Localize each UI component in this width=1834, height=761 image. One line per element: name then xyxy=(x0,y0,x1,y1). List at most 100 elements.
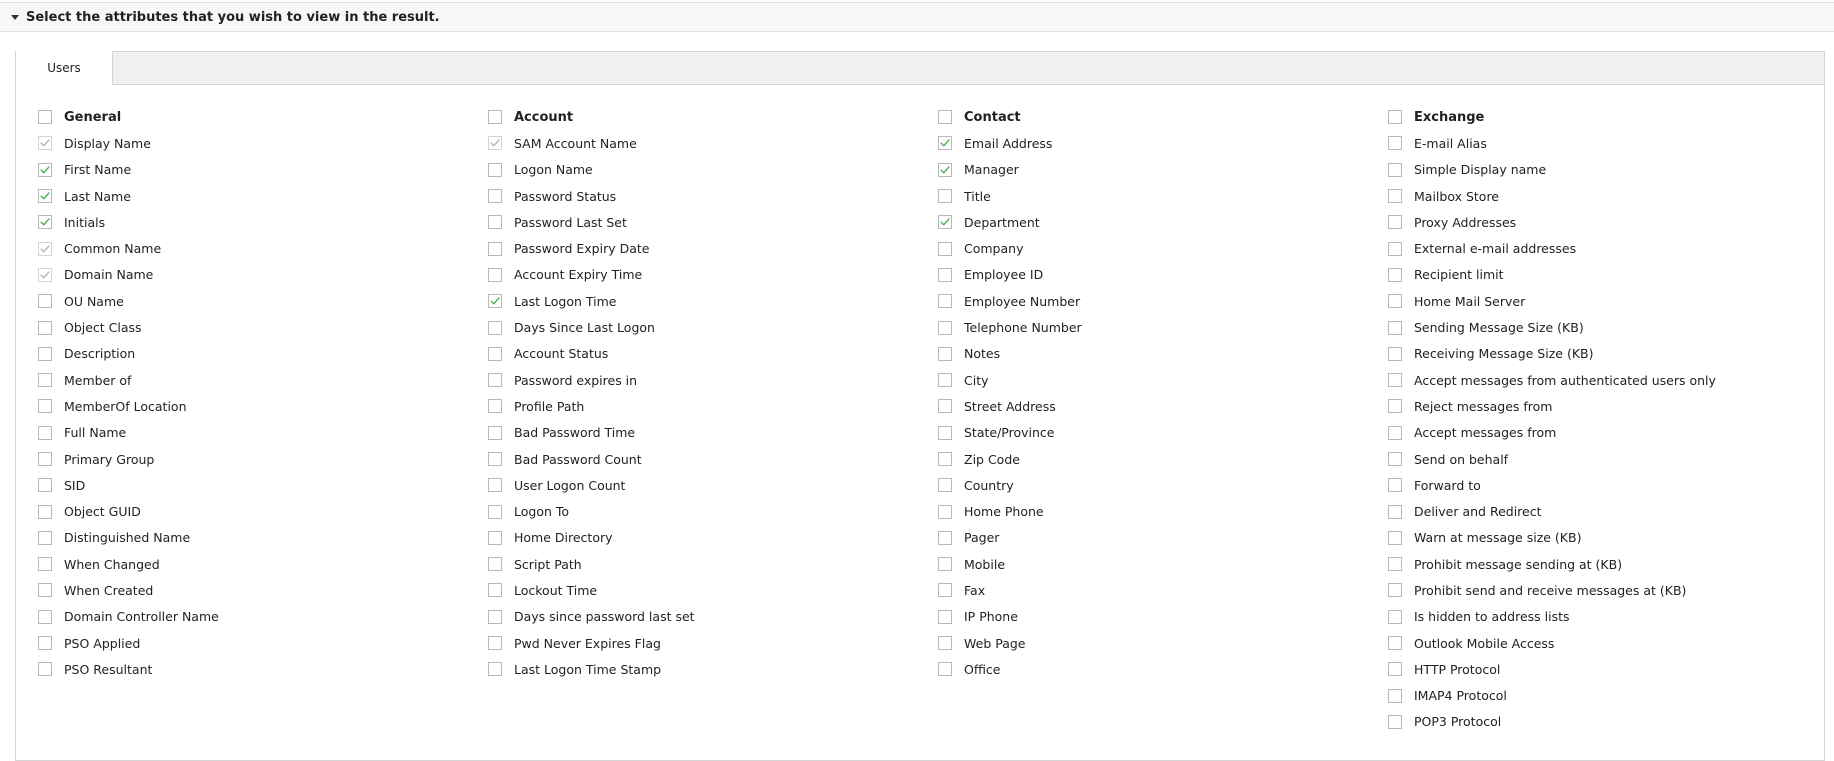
attribute-row[interactable]: Logon Name xyxy=(488,157,928,183)
select-all-checkbox-general[interactable] xyxy=(38,110,52,125)
attribute-checkbox[interactable] xyxy=(38,320,52,335)
attribute-row[interactable]: Object Class xyxy=(38,314,478,340)
attribute-checkbox[interactable] xyxy=(38,609,52,624)
attribute-row[interactable]: MemberOf Location xyxy=(38,393,478,419)
attribute-checkbox[interactable] xyxy=(488,609,502,624)
attribute-row[interactable]: State/Province xyxy=(938,420,1378,446)
attribute-row[interactable]: When Changed xyxy=(38,551,478,577)
attribute-checkbox[interactable] xyxy=(938,425,952,440)
attribute-row[interactable]: Manager xyxy=(938,157,1378,183)
attribute-checkbox[interactable] xyxy=(1388,636,1402,651)
attribute-checkbox[interactable] xyxy=(38,294,52,309)
attribute-checkbox[interactable] xyxy=(1388,215,1402,230)
attribute-row[interactable]: Logon To xyxy=(488,498,928,524)
group-header-exchange[interactable]: Exchange xyxy=(1388,104,1828,130)
attribute-checkbox[interactable] xyxy=(488,189,502,204)
attribute-row[interactable]: Member of xyxy=(38,367,478,393)
attribute-row[interactable]: Domain Name xyxy=(38,262,478,288)
group-header-general[interactable]: General xyxy=(38,104,478,130)
attribute-row[interactable]: Days since password last set xyxy=(488,604,928,630)
attribute-checkbox[interactable] xyxy=(1388,478,1402,493)
attribute-row[interactable]: Web Page xyxy=(938,630,1378,656)
attribute-row[interactable]: Password Status xyxy=(488,183,928,209)
attribute-checkbox[interactable] xyxy=(38,189,52,204)
attribute-checkbox[interactable] xyxy=(488,557,502,572)
attribute-row[interactable]: SAM Account Name xyxy=(488,130,928,156)
attribute-row[interactable]: Department xyxy=(938,209,1378,235)
attribute-checkbox[interactable] xyxy=(38,504,52,519)
attribute-row[interactable]: City xyxy=(938,367,1378,393)
attribute-checkbox[interactable] xyxy=(938,267,952,282)
attribute-checkbox[interactable] xyxy=(1388,609,1402,624)
attribute-row[interactable]: Mobile xyxy=(938,551,1378,577)
attribute-checkbox[interactable] xyxy=(938,399,952,414)
attribute-row[interactable]: Receiving Message Size (KB) xyxy=(1388,341,1828,367)
attribute-row[interactable]: When Created xyxy=(38,577,478,603)
attribute-row[interactable]: OU Name xyxy=(38,288,478,314)
attribute-checkbox[interactable] xyxy=(938,636,952,651)
attribute-checkbox[interactable] xyxy=(938,662,952,677)
attribute-row[interactable]: Telephone Number xyxy=(938,314,1378,340)
attribute-row[interactable]: Country xyxy=(938,472,1378,498)
tab-users[interactable]: Users xyxy=(16,51,113,85)
attribute-checkbox[interactable] xyxy=(38,136,52,151)
collapse-caret-icon[interactable] xyxy=(11,14,19,20)
attribute-checkbox[interactable] xyxy=(38,162,52,177)
attribute-row[interactable]: Notes xyxy=(938,341,1378,367)
attribute-row[interactable]: Initials xyxy=(38,209,478,235)
attribute-checkbox[interactable] xyxy=(38,478,52,493)
attribute-checkbox[interactable] xyxy=(488,504,502,519)
attribute-row[interactable]: Last Logon Time xyxy=(488,288,928,314)
attribute-checkbox[interactable] xyxy=(1388,162,1402,177)
attribute-row[interactable]: Bad Password Time xyxy=(488,420,928,446)
attribute-checkbox[interactable] xyxy=(488,452,502,466)
attribute-checkbox[interactable] xyxy=(488,399,502,414)
attribute-checkbox[interactable] xyxy=(488,425,502,440)
attribute-checkbox[interactable] xyxy=(488,267,502,282)
attribute-row[interactable]: Proxy Addresses xyxy=(1388,209,1828,235)
attribute-row[interactable]: Last Logon Time Stamp xyxy=(488,656,928,682)
attribute-row[interactable]: First Name xyxy=(38,157,478,183)
attribute-checkbox[interactable] xyxy=(938,162,952,177)
attribute-row[interactable]: Send on behalf xyxy=(1388,446,1828,472)
attribute-checkbox[interactable] xyxy=(488,373,502,388)
attribute-checkbox[interactable] xyxy=(38,636,52,651)
attribute-checkbox[interactable] xyxy=(938,136,952,151)
attribute-checkbox[interactable] xyxy=(1388,373,1402,388)
attribute-row[interactable]: IP Phone xyxy=(938,604,1378,630)
attribute-row[interactable]: Sending Message Size (KB) xyxy=(1388,314,1828,340)
attribute-checkbox[interactable] xyxy=(488,136,502,151)
attribute-checkbox[interactable] xyxy=(38,215,52,230)
attribute-row[interactable]: Pager xyxy=(938,525,1378,551)
section-header[interactable]: Select the attributes that you wish to v… xyxy=(0,2,1834,32)
attribute-row[interactable]: Employee Number xyxy=(938,288,1378,314)
attribute-checkbox[interactable] xyxy=(1388,189,1402,204)
attribute-row[interactable]: Forward to xyxy=(1388,472,1828,498)
attribute-row[interactable]: POP3 Protocol xyxy=(1388,709,1828,735)
attribute-row[interactable]: E-mail Alias xyxy=(1388,130,1828,156)
attribute-row[interactable]: External e-mail addresses xyxy=(1388,235,1828,261)
attribute-checkbox[interactable] xyxy=(38,530,52,545)
attribute-checkbox[interactable] xyxy=(38,557,52,572)
attribute-row[interactable]: Lockout Time xyxy=(488,577,928,603)
attribute-row[interactable]: PSO Resultant xyxy=(38,656,478,682)
attribute-checkbox[interactable] xyxy=(938,294,952,309)
attribute-checkbox[interactable] xyxy=(938,241,952,256)
attribute-row[interactable]: Account Expiry Time xyxy=(488,262,928,288)
attribute-checkbox[interactable] xyxy=(938,583,952,598)
attribute-row[interactable]: Title xyxy=(938,183,1378,209)
attribute-checkbox[interactable] xyxy=(1388,425,1402,440)
attribute-checkbox[interactable] xyxy=(38,583,52,598)
attribute-checkbox[interactable] xyxy=(938,346,952,361)
attribute-checkbox[interactable] xyxy=(1388,399,1402,414)
attribute-checkbox[interactable] xyxy=(1388,714,1402,729)
attribute-checkbox[interactable] xyxy=(38,346,52,361)
attribute-row[interactable]: Office xyxy=(938,656,1378,682)
attribute-checkbox[interactable] xyxy=(938,530,952,545)
attribute-row[interactable]: Profile Path xyxy=(488,393,928,419)
attribute-row[interactable]: Description xyxy=(38,341,478,367)
attribute-row[interactable]: Script Path xyxy=(488,551,928,577)
attribute-row[interactable]: Account Status xyxy=(488,341,928,367)
attribute-checkbox[interactable] xyxy=(1388,136,1402,151)
attribute-row[interactable]: Reject messages from xyxy=(1388,393,1828,419)
